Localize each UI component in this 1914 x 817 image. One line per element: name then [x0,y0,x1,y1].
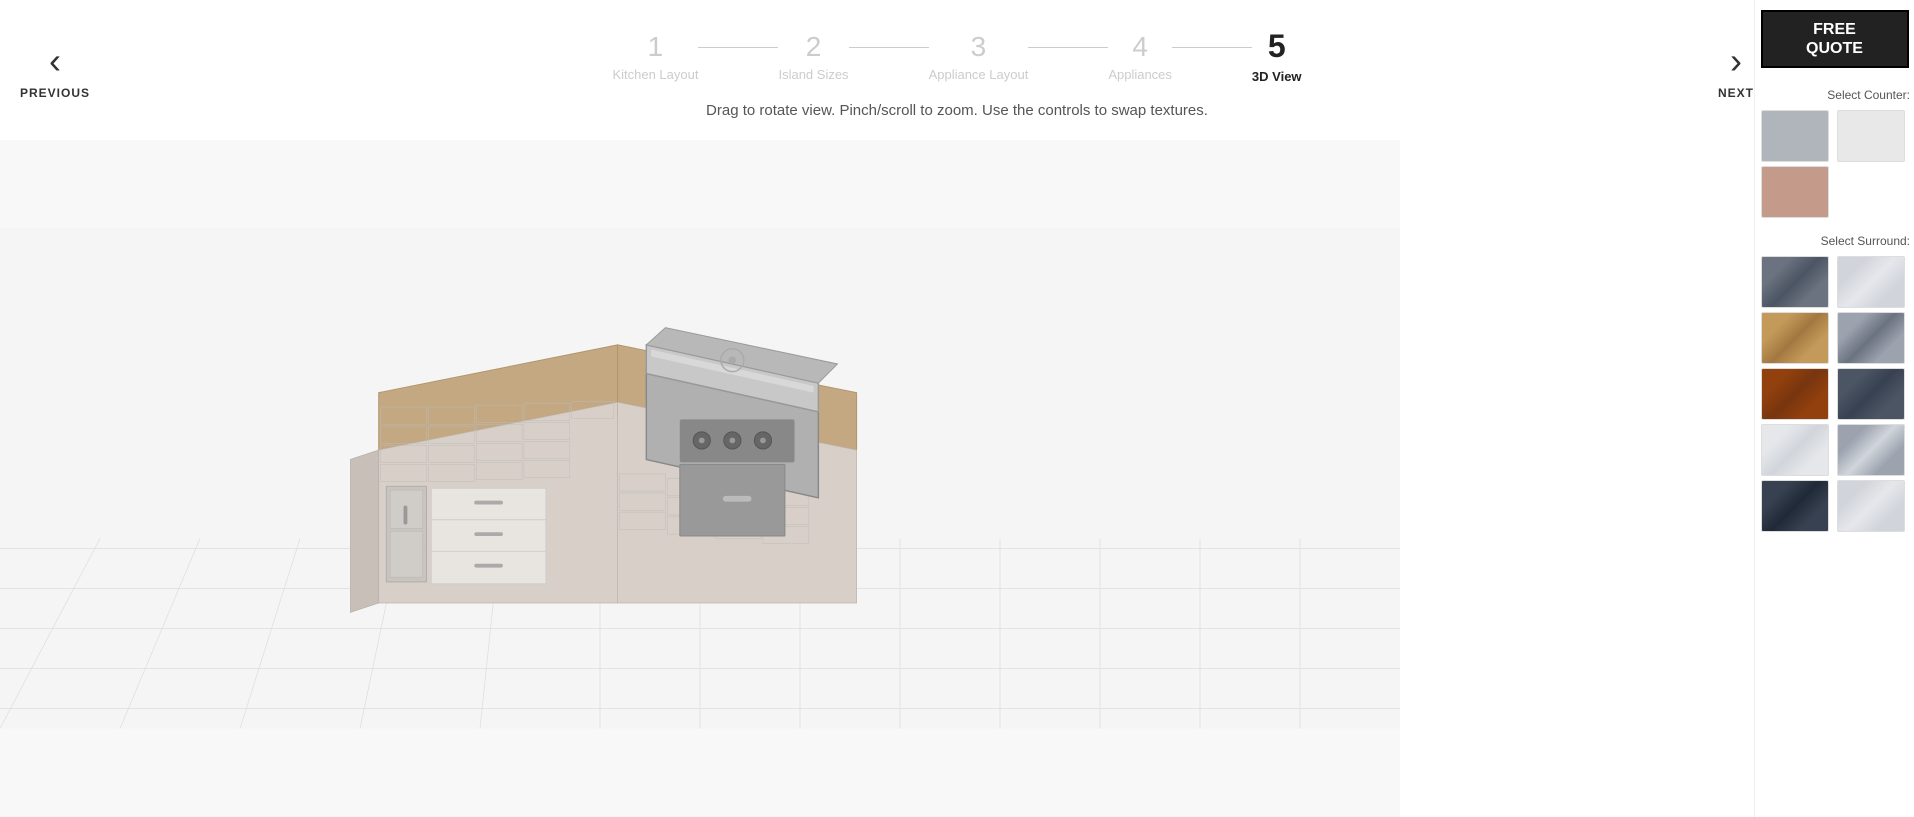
surround-swatch-s6[interactable] [1837,368,1905,420]
surround-swatch-s4[interactable] [1837,312,1905,364]
surround-label: Select Surround: [1821,234,1914,248]
surround-swatch-s9[interactable] [1761,480,1829,532]
step-line-4 [1172,47,1252,48]
step-number-5: 5 [1268,28,1286,65]
counter-label: Select Counter: [1827,88,1914,102]
step-label-3: Appliance Layout [929,67,1029,82]
counter-swatch-c1[interactable] [1761,110,1829,162]
surround-swatch-s3[interactable] [1761,312,1829,364]
surround-swatch-s2[interactable] [1837,256,1905,308]
step-2: 2 Island Sizes [778,31,848,82]
step-label-2: Island Sizes [778,67,848,82]
step-line-2 [849,47,929,48]
surround-swatch-s1[interactable] [1761,256,1829,308]
step-number-3: 3 [971,31,987,63]
step-5: 5 3D View [1252,28,1302,84]
step-number-2: 2 [806,31,822,63]
step-label-1: Kitchen Layout [612,67,698,82]
next-label: NEXT [1718,86,1754,100]
surround-swatch-s8[interactable] [1837,424,1905,476]
step-line-1 [698,47,778,48]
prev-label: PREVIOUS [20,86,90,100]
surround-swatch-s5[interactable] [1761,368,1829,420]
surround-swatches [1761,256,1909,532]
subtitle: Drag to rotate view. Pinch/scroll to zoo… [0,102,1914,119]
stepper: 1 Kitchen Layout 2 Island Sizes 3 Appliance L… [0,0,1914,84]
surround-swatch-s7[interactable] [1761,424,1829,476]
step-label-5: 3D View [1252,69,1302,84]
kitchen-3d-model [350,240,1000,660]
step-number-4: 4 [1132,31,1148,63]
surround-swatch-s10[interactable] [1837,480,1905,532]
step-4: 4 Appliances [1108,31,1172,82]
counter-swatch-c3[interactable] [1761,166,1829,218]
counter-swatch-c2[interactable] [1837,110,1905,162]
step-1: 1 Kitchen Layout [612,31,698,82]
right-panel: FREEQUOTE Select Counter: Select Surroun… [1754,0,1914,817]
step-3: 3 Appliance Layout [929,31,1029,82]
3d-viewport[interactable] [0,140,1400,817]
step-label-4: Appliances [1108,67,1172,82]
step-number-1: 1 [648,31,664,63]
step-line-3 [1028,47,1108,48]
counter-swatches [1761,110,1909,218]
